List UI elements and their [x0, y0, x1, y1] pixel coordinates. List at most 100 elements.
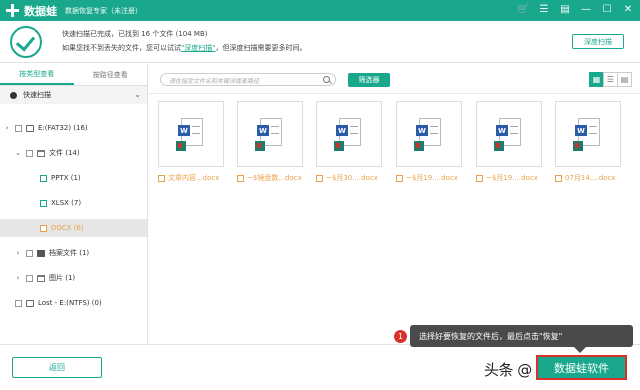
checkbox[interactable] [158, 174, 165, 182]
filter-button[interactable]: 筛选器 [348, 73, 390, 87]
file-thumbnail[interactable]: W [158, 101, 224, 167]
word-doc-icon: W [334, 118, 361, 151]
checkbox[interactable] [15, 124, 22, 132]
tree-item-documents[interactable]: ⌄ 文件 (14) [0, 144, 147, 162]
tree-item-lost-partition[interactable]: Lost - E:(NTFS) (0) [0, 294, 147, 312]
minimize-icon[interactable]: — [580, 3, 592, 17]
file-card[interactable]: W ~$镜盘数...docx [237, 101, 303, 183]
grid-view-icon[interactable]: ▦ [589, 72, 604, 87]
word-doc-icon: W [573, 118, 600, 151]
file-thumbnail[interactable]: W [476, 101, 542, 167]
tree-item-label: E:(FAT32) (16) [38, 124, 88, 132]
checkbox[interactable] [40, 199, 47, 207]
scan-hint-before: 如果您找不到丢失的文件，您可以试试 [62, 44, 181, 52]
check-icon [10, 26, 42, 58]
sidebar: 按类型查看 按路径查看 快速扫描 ⌄ › E:(FAT32) (16) ⌄ 文件… [0, 64, 148, 344]
file-name: ~$镜盘数...docx [247, 174, 302, 182]
file-name: 07月14....docx [565, 174, 616, 182]
scan-result-text: 快速扫描已完成，已找到 16 个文件 (104 MB) [62, 30, 208, 38]
file-thumbnail[interactable]: W [555, 101, 621, 167]
archive-icon [37, 249, 45, 257]
word-doc-icon: W [176, 118, 203, 151]
checkbox[interactable] [555, 174, 562, 182]
deep-scan-link[interactable]: "深度扫描" [181, 44, 215, 52]
tab-by-type[interactable]: 按类型查看 [0, 64, 74, 85]
chevron-down-icon: ⌄ [134, 90, 141, 99]
file-card[interactable]: W ~$月30....docx [316, 101, 382, 183]
search-icon[interactable] [323, 76, 330, 83]
expand-arrow-icon[interactable]: › [14, 274, 22, 282]
file-card[interactable]: W 文章内容...docx [158, 101, 224, 183]
file-label: ~$镜盘数...docx [237, 173, 303, 183]
deep-scan-button[interactable]: 深度扫描 [572, 34, 624, 49]
word-doc-icon: W [255, 118, 282, 151]
file-toolbar: 请在指定文件名和关键词或者路径 筛选器 ▦ ☰ ▤ [148, 64, 640, 94]
checkbox[interactable] [40, 224, 47, 232]
checkbox[interactable] [26, 274, 33, 282]
scan-status-header: 快速扫描已完成，已找到 16 个文件 (104 MB) 如果您找不到丢失的文件，… [0, 21, 640, 63]
list-view-icon[interactable]: ☰ [603, 72, 618, 87]
tree-item-archives[interactable]: › 档案文件 (1) [0, 244, 147, 262]
cart-icon[interactable]: 🛒 [517, 3, 529, 17]
scan-type-selector[interactable]: 快速扫描 ⌄ [0, 86, 147, 104]
checkbox[interactable] [15, 299, 22, 307]
close-icon[interactable]: ✕ [622, 3, 634, 17]
view-mode-switcher: ▦ ☰ ▤ [589, 72, 632, 87]
file-name: 文章内容...docx [168, 174, 220, 182]
checkbox[interactable] [26, 149, 33, 157]
file-card[interactable]: W ~$月19....docx [476, 101, 542, 183]
tree-item-label: Lost - E:(NTFS) (0) [38, 299, 102, 307]
detail-view-icon[interactable]: ▤ [617, 72, 632, 87]
search-placeholder: 请在指定文件名和关键词或者路径 [169, 78, 260, 85]
file-area: 请在指定文件名和关键词或者路径 筛选器 ▦ ☰ ▤ W 文章内容...docx … [148, 64, 640, 344]
file-label: 07月14....docx [555, 173, 621, 183]
view-tabs: 按类型查看 按路径查看 [0, 64, 147, 86]
back-button[interactable]: 返回 [12, 357, 102, 378]
step-number-badge: 1 [394, 330, 407, 343]
title-icons: 🛒 ☰ ▤ — ☐ ✕ [517, 3, 634, 17]
expand-arrow-icon[interactable]: › [14, 249, 22, 257]
maximize-icon[interactable]: ☐ [601, 3, 613, 17]
tree-item-drive-e[interactable]: › E:(FAT32) (16) [0, 119, 147, 137]
menu-icon[interactable]: ☰ [538, 3, 550, 17]
word-doc-icon: W [414, 118, 441, 151]
file-card[interactable]: W 07月14....docx [555, 101, 621, 183]
tree-item-docx[interactable]: DOCX (6) [0, 219, 147, 237]
drive-icon [26, 124, 34, 132]
checkbox[interactable] [396, 174, 403, 182]
file-card[interactable]: W ~$月19....docx [396, 101, 462, 183]
file-thumbnail[interactable]: W [316, 101, 382, 167]
file-label: ~$月19....docx [476, 173, 542, 183]
checkbox[interactable] [476, 174, 483, 182]
scan-hint-text: 如果您找不到丢失的文件，您可以试试"深度扫描"，但深度扫描需要更多时间。 [62, 43, 306, 53]
app-subtitle: 数据恢复专家（未注册） [65, 6, 142, 15]
word-doc-icon: W [494, 118, 521, 151]
app-name: 数据蛙 [24, 4, 57, 18]
tree-item-images[interactable]: › 图片 (1) [0, 269, 147, 287]
tree-item-pptx[interactable]: PPTX (1) [0, 169, 147, 187]
file-label: ~$月19....docx [396, 173, 462, 183]
tree-item-xlsx[interactable]: XLSX (7) [0, 194, 147, 212]
checkbox[interactable] [40, 174, 47, 182]
file-thumbnail[interactable]: W [396, 101, 462, 167]
file-thumbnail[interactable]: W [237, 101, 303, 167]
plus-icon [6, 4, 19, 17]
expand-arrow-icon[interactable]: ⌄ [14, 149, 22, 157]
file-label: ~$月30....docx [316, 173, 382, 183]
search-input[interactable]: 请在指定文件名和关键词或者路径 [160, 73, 336, 86]
tree-item-label: 文件 (14) [49, 149, 80, 157]
scan-hint-after: ，但深度扫描需要更多时间。 [215, 44, 307, 52]
checkbox[interactable] [237, 174, 244, 182]
file-label: 文章内容...docx [158, 173, 224, 183]
recover-button[interactable]: 数据蛙软件 [536, 355, 627, 380]
tree-item-label: 档案文件 (1) [49, 249, 90, 257]
expand-arrow-icon[interactable]: › [3, 124, 11, 132]
checkbox[interactable] [26, 249, 33, 257]
folder-icon [37, 149, 45, 157]
checkbox[interactable] [316, 174, 323, 182]
tab-by-path[interactable]: 按路径查看 [74, 64, 148, 85]
tree-item-label: XLSX (7) [51, 199, 82, 207]
lock-icon[interactable]: ▤ [559, 3, 571, 17]
scan-type-label: 快速扫描 [23, 91, 51, 99]
title-bar: 数据蛙 数据恢复专家（未注册） 🛒 ☰ ▤ — ☐ ✕ [0, 0, 640, 21]
